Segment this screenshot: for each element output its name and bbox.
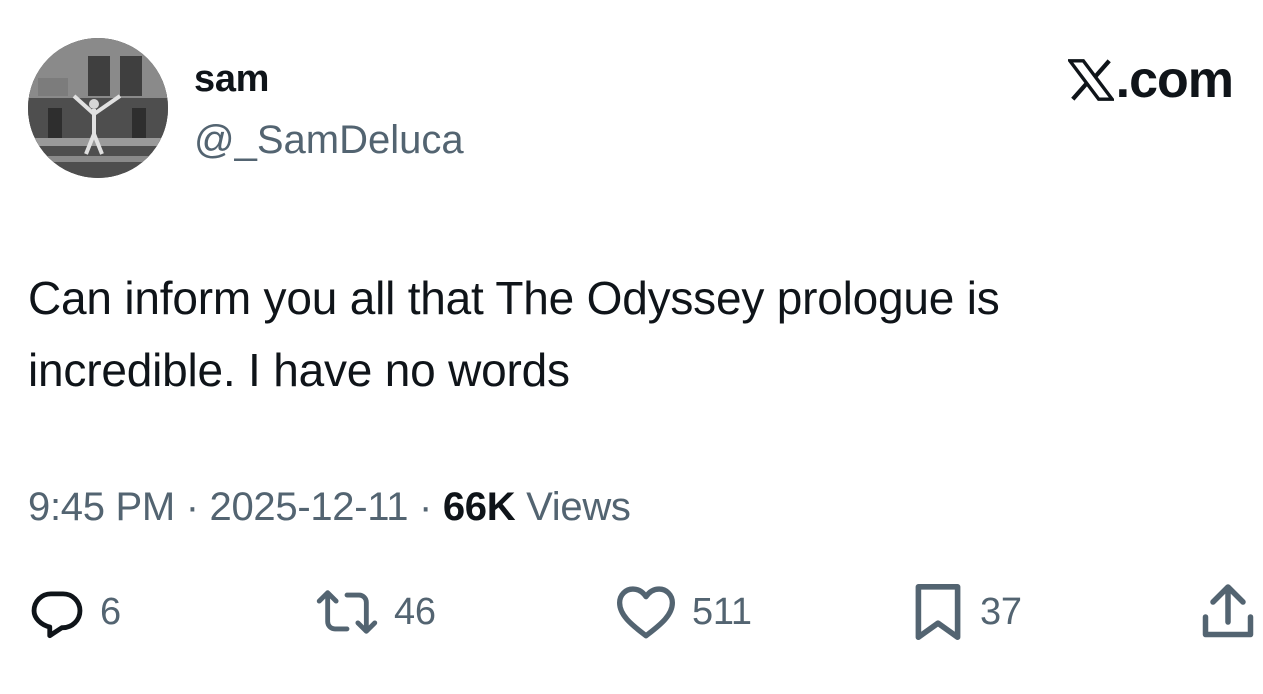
share-icon <box>1202 584 1254 638</box>
repost-button[interactable]: 46 <box>314 580 436 644</box>
x-logo-icon <box>1067 59 1114 101</box>
tweet-meta: 9:45 PM · 2025-12-11 · 66K Views <box>28 482 631 532</box>
brand-domain: .com <box>1115 51 1234 109</box>
tweet-text: Can inform you all that The Odyssey prol… <box>28 262 1228 406</box>
tweet-date[interactable]: 2025-12-11 <box>210 485 409 529</box>
reply-button[interactable]: 6 <box>28 580 121 644</box>
reply-icon <box>31 591 83 639</box>
bookmark-count: 37 <box>980 590 1022 633</box>
user-handle[interactable]: @_SamDeluca <box>194 116 464 164</box>
views-count: 66K <box>442 485 516 529</box>
views-label: Views <box>515 485 631 529</box>
avatar[interactable] <box>28 38 168 178</box>
tweet-time[interactable]: 9:45 PM <box>28 485 175 529</box>
meta-separator: · <box>174 485 210 529</box>
heart-icon <box>617 586 675 639</box>
meta-separator: · <box>408 485 443 529</box>
display-name[interactable]: sam <box>194 56 269 102</box>
like-count: 511 <box>692 590 752 633</box>
bookmark-button[interactable]: 37 <box>910 580 1022 644</box>
reply-count: 6 <box>100 590 121 633</box>
action-bar: 6 46 511 37 <box>0 580 1263 644</box>
tweet-text-line: Can inform you all that The Odyssey prol… <box>28 272 1000 324</box>
repost-icon <box>316 590 378 634</box>
like-button[interactable]: 511 <box>614 580 752 644</box>
x-brand: .com <box>1067 51 1234 109</box>
share-button[interactable] <box>1200 580 1256 644</box>
repost-count: 46 <box>394 590 436 633</box>
bookmark-icon <box>915 584 961 640</box>
tweet-text-line: incredible. I have no words <box>28 344 570 396</box>
avatar-photo <box>28 38 168 178</box>
